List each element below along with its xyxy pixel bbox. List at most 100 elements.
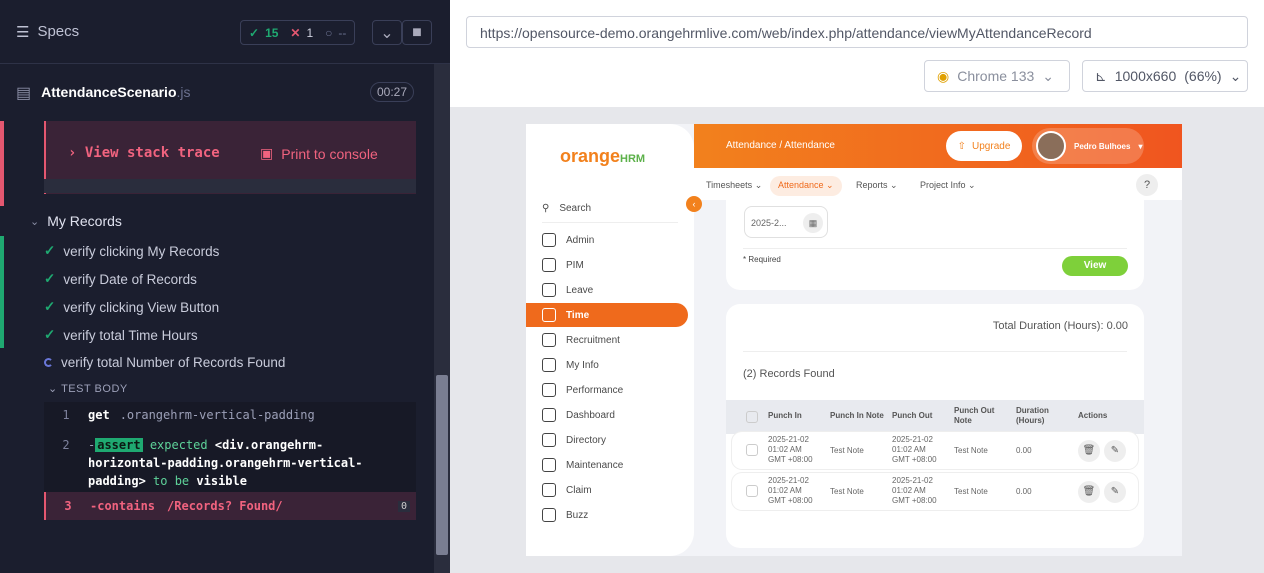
help-icon[interactable]: ? — [1136, 174, 1158, 196]
specs-toggle[interactable]: ☰ Specs — [16, 23, 79, 41]
view-button[interactable]: View — [1062, 256, 1128, 276]
sidebar-item-recruitment[interactable]: Recruitment — [526, 328, 688, 352]
collapse-sidebar-icon[interactable]: ‹ — [686, 196, 702, 212]
app-under-test: 2025-2... ▦ * Required View Total Duratio… — [526, 124, 1182, 556]
leave-icon — [542, 283, 556, 297]
command-row[interactable]: 2 - assert expected <div.orangehrm-horizo… — [44, 436, 416, 490]
print-to-console-button[interactable]: ▣ Print to console — [260, 145, 378, 162]
punch-out-time: 01:02 AM — [892, 445, 926, 454]
command-row[interactable]: 1 get .orangehrm-vertical-padding — [44, 408, 416, 422]
chrome-icon: ◉ — [937, 67, 950, 84]
tab-reports[interactable]: Reports ⌄ — [848, 176, 906, 196]
date-input[interactable]: 2025-2... ▦ — [744, 206, 828, 238]
duration-badge: 00:27 — [369, 82, 414, 102]
failed-count: 1 — [306, 25, 314, 40]
scrollbar-thumb[interactable] — [436, 375, 448, 555]
orangehrm-logo: orangeHRM — [560, 146, 646, 166]
duration: 0.00 — [1016, 446, 1032, 455]
fail-indicator — [0, 121, 4, 206]
failed-icon: ✕ — [290, 25, 301, 40]
view-stack-trace-button[interactable]: › View stack trace — [68, 145, 220, 161]
time-icon — [542, 308, 556, 322]
passed-count: 15 — [265, 25, 279, 40]
count-badge: 0 — [397, 500, 410, 512]
punch-in-note: Test Note — [830, 487, 864, 496]
header-punch-out: Punch Out — [892, 411, 933, 420]
sidebar-item-admin[interactable]: Admin — [526, 228, 688, 252]
sidebar-search[interactable]: ⚲ Search — [526, 196, 688, 220]
sidebar-item-directory[interactable]: Directory — [526, 428, 688, 452]
user-dropdown[interactable]: Pedro Bulhoes ▾ — [1032, 128, 1144, 164]
avatar — [1036, 131, 1066, 161]
caret-down-icon: ▾ — [1138, 141, 1143, 151]
tab-project-info[interactable]: Project Info ⌄ — [912, 176, 984, 196]
sidebar-item-time[interactable]: Time — [526, 303, 688, 327]
punch-out-date: 2025-21-02 — [892, 476, 933, 485]
url-bar[interactable]: https://opensource-demo.orangehrmlive.co… — [466, 16, 1248, 48]
breadcrumb: Attendance / Attendance — [726, 140, 835, 151]
trash-icon[interactable]: 🗑 — [1078, 440, 1100, 462]
row-checkbox[interactable] — [746, 444, 758, 456]
tab-timesheets[interactable]: Timesheets ⌄ — [698, 176, 770, 196]
select-all-checkbox[interactable] — [746, 411, 758, 423]
test-item[interactable]: ✓ verify total Time Hours — [44, 327, 198, 343]
upgrade-button[interactable]: ⇧ Upgrade — [946, 131, 1022, 161]
test-body-toggle[interactable]: ⌄ TEST BODY — [48, 382, 128, 395]
sidebar-item-myinfo[interactable]: My Info — [526, 353, 688, 377]
directory-icon — [542, 433, 556, 447]
header-punch-in-note: Punch In Note — [830, 411, 884, 420]
ruler-icon: ⊾ — [1095, 67, 1107, 84]
test-item[interactable]: ✓ verify clicking My Records — [44, 243, 219, 259]
top-nav: Timesheets ⌄ Attendance ⌄ Reports ⌄ Proj… — [694, 168, 1182, 200]
punch-out-tz: GMT +08:00 — [892, 496, 937, 505]
edit-icon[interactable]: ✎ — [1104, 481, 1126, 503]
upgrade-icon: ⇧ — [957, 140, 967, 152]
punch-in-time: 01:02 AM — [768, 486, 802, 495]
sidebar-item-buzz[interactable]: Buzz — [526, 503, 688, 527]
sidebar: orangeHRM ⚲ Search Admin PIM Leave Time R… — [526, 124, 694, 556]
test-item-running[interactable]: verify total Number of Records Found — [44, 355, 285, 370]
punch-in-date: 2025-21-02 — [768, 435, 809, 444]
sidebar-item-performance[interactable]: Performance — [526, 378, 688, 402]
viewport-selector[interactable]: ⊾ 1000x660 (66%) ⌄ — [1082, 60, 1248, 92]
trash-icon[interactable]: 🗑 — [1078, 481, 1100, 503]
chevron-down-icon[interactable]: ⌄ — [372, 20, 402, 45]
buzz-icon — [542, 508, 556, 522]
sidebar-item-maintenance[interactable]: Maintenance — [526, 453, 688, 477]
browser-selector[interactable]: ◉ Chrome 133 ⌄ — [924, 60, 1070, 92]
punch-out-time: 01:02 AM — [892, 486, 926, 495]
spinner-icon — [44, 358, 53, 367]
records-found: (2) Records Found — [743, 368, 835, 380]
test-item[interactable]: ✓ verify clicking View Button — [44, 299, 219, 315]
admin-icon — [542, 233, 556, 247]
sidebar-item-pim[interactable]: PIM — [526, 253, 688, 277]
menu-icon: ☰ — [16, 23, 30, 41]
stop-button[interactable]: ■ — [402, 20, 432, 45]
spec-file-bar: ▤ AttendanceScenario.js 00:27 — [0, 65, 432, 120]
required-note: * Required — [743, 255, 781, 264]
table-row: 2025-21-02 01:02 AM GMT +08:00 Test Note 2… — [732, 473, 1138, 510]
edit-icon[interactable]: ✎ — [1104, 440, 1126, 462]
filter-card: 2025-2... ▦ * Required View — [726, 200, 1144, 290]
calendar-icon[interactable]: ▦ — [803, 213, 823, 233]
sidebar-item-leave[interactable]: Leave — [526, 278, 688, 302]
punch-out-note: Test Note — [954, 487, 988, 496]
sidebar-item-dashboard[interactable]: Dashboard — [526, 403, 688, 427]
tab-attendance[interactable]: Attendance ⌄ — [770, 176, 842, 196]
sidebar-item-claim[interactable]: Claim — [526, 478, 688, 502]
browser-chrome: https://opensource-demo.orangehrmlive.co… — [450, 0, 1264, 107]
myinfo-icon — [542, 358, 556, 372]
horizontal-scrollbar[interactable] — [44, 179, 416, 193]
command-row-failed[interactable]: 3 -contains/Records? Found/0 — [44, 492, 416, 520]
suite-title[interactable]: ⌄ My Records — [30, 213, 122, 229]
punch-in-date: 2025-21-02 — [768, 476, 809, 485]
test-item[interactable]: ✓ verify Date of Records — [44, 271, 197, 287]
row-checkbox[interactable] — [746, 485, 758, 497]
test-stats: ✓ 15 ✕ 1 ○ -- — [240, 20, 356, 45]
table-header: Punch In Punch In Note Punch Out Punch O… — [726, 400, 1144, 434]
spec-file-ext: .js — [176, 83, 191, 100]
pending-icon: ○ — [325, 25, 333, 40]
console-icon: ▣ — [260, 145, 274, 161]
table-row: 2025-21-02 01:02 AM GMT +08:00 Test Note 2… — [732, 432, 1138, 469]
punch-in-tz: GMT +08:00 — [768, 455, 813, 464]
